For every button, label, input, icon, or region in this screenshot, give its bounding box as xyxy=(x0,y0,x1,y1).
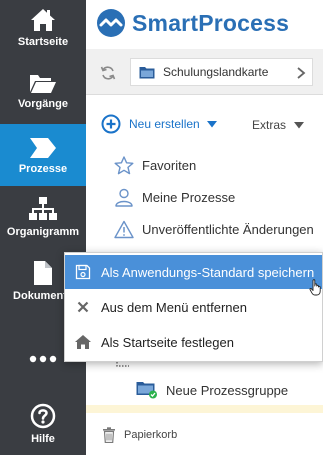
extras-label: Extras xyxy=(252,118,287,132)
more-dots-icon xyxy=(29,355,57,363)
logo-text: SmartProcess xyxy=(132,9,290,36)
ctx-item-remove-from-menu[interactable]: Aus dem Menü entfernen xyxy=(65,290,322,324)
nav-label-prozesse: Prozesse xyxy=(18,163,68,175)
toolbar: Neu erstellen Extras xyxy=(86,112,323,140)
nav-label-startseite: Startseite xyxy=(17,36,69,48)
nav-item-vorgaenge[interactable]: Vorgänge xyxy=(0,72,86,118)
home-icon xyxy=(31,9,55,31)
ctx-item-set-startpage[interactable]: Als Startseite festlegen xyxy=(65,325,322,359)
context-menu: Als Anwendungs-Standard speichern Aus de… xyxy=(64,252,323,362)
nav-label-organigramm: Organigramm xyxy=(6,226,80,238)
smartprocess-logo-icon xyxy=(97,9,125,37)
folder-open-icon xyxy=(30,75,56,93)
nav-label-vorgaenge: Vorgänge xyxy=(18,98,68,110)
caret-down-icon xyxy=(206,120,217,127)
chevron-right-icon[interactable] xyxy=(296,66,306,80)
ctx-label-set-startpage: Als Startseite festlegen xyxy=(101,334,234,350)
org-chart-icon xyxy=(29,197,57,220)
menu-item-unveroeffentlichte-aenderungen[interactable]: Unveröffentlichte Änderungen xyxy=(114,220,314,239)
left-navigation: Startseite Vorgänge Prozesse Organigramm xyxy=(0,0,86,455)
ctx-item-save-default[interactable]: Als Anwendungs-Standard speichern xyxy=(65,255,322,289)
tree-item-neue-prozessgruppe[interactable]: Neue Prozessgruppe xyxy=(86,375,323,405)
trash-icon xyxy=(103,427,115,443)
breadcrumb-bar: Schulungslandkarte xyxy=(86,49,323,95)
warning-icon xyxy=(114,220,134,239)
user-icon xyxy=(115,188,133,207)
app-logo: SmartProcess xyxy=(96,7,289,39)
refresh-icon[interactable] xyxy=(100,65,116,81)
ctx-label-remove-from-menu: Aus dem Menü entfernen xyxy=(101,299,247,315)
new-create-label: Neu erstellen xyxy=(129,117,200,131)
trash-link[interactable]: Papierkorb xyxy=(102,427,177,443)
save-icon xyxy=(65,264,101,280)
breadcrumb[interactable]: Schulungslandkarte xyxy=(130,58,313,86)
new-create-button[interactable]: Neu erstellen xyxy=(101,114,217,134)
process-chevron-icon xyxy=(30,138,56,158)
nav-item-startseite[interactable]: Startseite xyxy=(0,8,86,54)
breadcrumb-label: Schulungslandkarte xyxy=(163,65,269,79)
nav-item-hilfe[interactable]: Hilfe xyxy=(0,403,86,449)
hand-cursor-icon xyxy=(309,279,321,296)
ctx-label-save-default: Als Anwendungs-Standard speichern xyxy=(101,264,315,280)
menu-label-meine-prozesse: Meine Prozesse xyxy=(142,190,236,205)
tree-connector xyxy=(116,362,129,367)
star-icon xyxy=(114,156,134,175)
extras-button[interactable]: Extras xyxy=(252,118,305,132)
menu-item-favoriten[interactable]: Favoriten xyxy=(114,156,196,175)
selection-strip xyxy=(86,405,323,413)
nav-item-organigramm[interactable]: Organigramm xyxy=(0,196,86,242)
main-panel: SmartProcess Schulungslandkarte Neu erst… xyxy=(86,0,323,455)
plus-circle-icon xyxy=(101,114,121,134)
close-icon xyxy=(65,301,101,313)
nav-label-hilfe: Hilfe xyxy=(31,433,55,445)
menu-item-meine-prozesse[interactable]: Meine Prozesse xyxy=(114,188,235,207)
home-icon xyxy=(65,334,101,350)
folder-published-icon xyxy=(136,382,157,399)
trash-label: Papierkorb xyxy=(124,429,178,441)
menu-label-favoriten: Favoriten xyxy=(142,158,197,173)
folder-icon xyxy=(139,66,155,78)
menu-label-unveroeffentlichte-aenderungen: Unveröffentlichte Änderungen xyxy=(142,222,314,237)
nav-item-prozesse[interactable]: Prozesse xyxy=(0,124,86,186)
help-icon xyxy=(30,403,56,429)
document-icon xyxy=(34,261,52,285)
tree-item-label: Neue Prozessgruppe xyxy=(166,383,289,398)
caret-down-icon xyxy=(294,121,305,128)
